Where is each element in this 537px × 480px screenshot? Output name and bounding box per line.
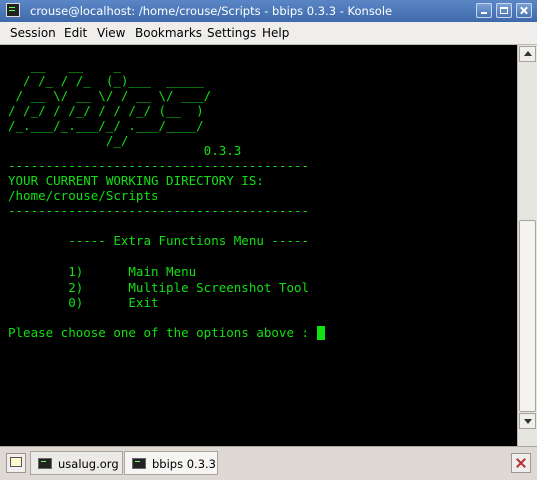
tab-usalug[interactable]: usalug.org	[30, 451, 123, 475]
window-title: crouse@localhost: /home/crouse/Scripts -…	[30, 4, 393, 18]
separator-line: ----------------------------------------	[8, 158, 310, 173]
arrow-up-icon	[524, 51, 532, 56]
minimize-icon[interactable]	[476, 3, 492, 18]
menu-option: 0) Exit	[8, 295, 159, 310]
tab-label: bbips 0.3.3	[152, 457, 217, 471]
window-titlebar[interactable]: crouse@localhost: /home/crouse/Scripts -…	[0, 0, 537, 22]
menu-session[interactable]: Session	[10, 26, 56, 40]
menu-option: 2) Multiple Screenshot Tool	[8, 280, 310, 295]
new-session-icon	[10, 457, 22, 467]
menu-bar: Session Edit View Bookmarks Settings Hel…	[0, 22, 537, 45]
working-dir-path: /home/crouse/Scripts	[8, 188, 159, 203]
terminal-icon	[132, 458, 146, 469]
menu-heading: ----- Extra Functions Menu -----	[8, 233, 310, 248]
scrollbar-thumb[interactable]	[519, 220, 536, 412]
terminal-icon	[38, 458, 52, 469]
close-icon[interactable]	[516, 3, 532, 18]
version-line: 0.3.3	[8, 143, 242, 158]
menu-help[interactable]: Help	[262, 26, 289, 40]
ascii-logo-line: /_.___/_.___/_/ .___/____/	[8, 118, 204, 133]
terminal-icon[interactable]	[6, 3, 20, 17]
working-dir-heading: YOUR CURRENT WORKING DIRECTORY IS:	[8, 173, 264, 188]
vertical-scrollbar[interactable]	[517, 45, 537, 446]
menu-option: 1) Main Menu	[8, 264, 197, 279]
separator-line: ----------------------------------------	[8, 203, 310, 218]
new-session-button[interactable]	[6, 453, 26, 473]
menu-settings[interactable]: Settings	[207, 26, 256, 40]
tab-label: usalug.org	[58, 457, 119, 471]
maximize-icon[interactable]	[496, 3, 512, 18]
arrow-down-icon	[524, 419, 532, 424]
ascii-logo-line: / /_ / /_ (_)___ _____	[8, 73, 204, 88]
menu-view[interactable]: View	[97, 26, 125, 40]
text-cursor	[317, 326, 325, 340]
scroll-up-button[interactable]	[519, 46, 536, 62]
prompt-line: Please choose one of the options above :	[8, 325, 317, 340]
tab-bbips[interactable]: bbips 0.3.3	[124, 451, 218, 475]
ascii-logo-line: / /_/ / /_/ / / /_/ (__ )	[8, 103, 204, 118]
scroll-down-button[interactable]	[519, 413, 536, 429]
close-session-button[interactable]	[511, 453, 531, 473]
ascii-logo-line: __ __ _	[8, 58, 121, 73]
ascii-logo-line: / __ \/ __ \/ / __ \/ ___/	[8, 88, 212, 103]
menu-edit[interactable]: Edit	[64, 26, 87, 40]
menu-bookmarks[interactable]: Bookmarks	[135, 26, 202, 40]
session-tab-bar: usalug.org bbips 0.3.3	[0, 446, 537, 480]
terminal-area[interactable]: __ __ _ / /_ / /_ (_)___ _____ / __ \/ _…	[0, 45, 517, 446]
